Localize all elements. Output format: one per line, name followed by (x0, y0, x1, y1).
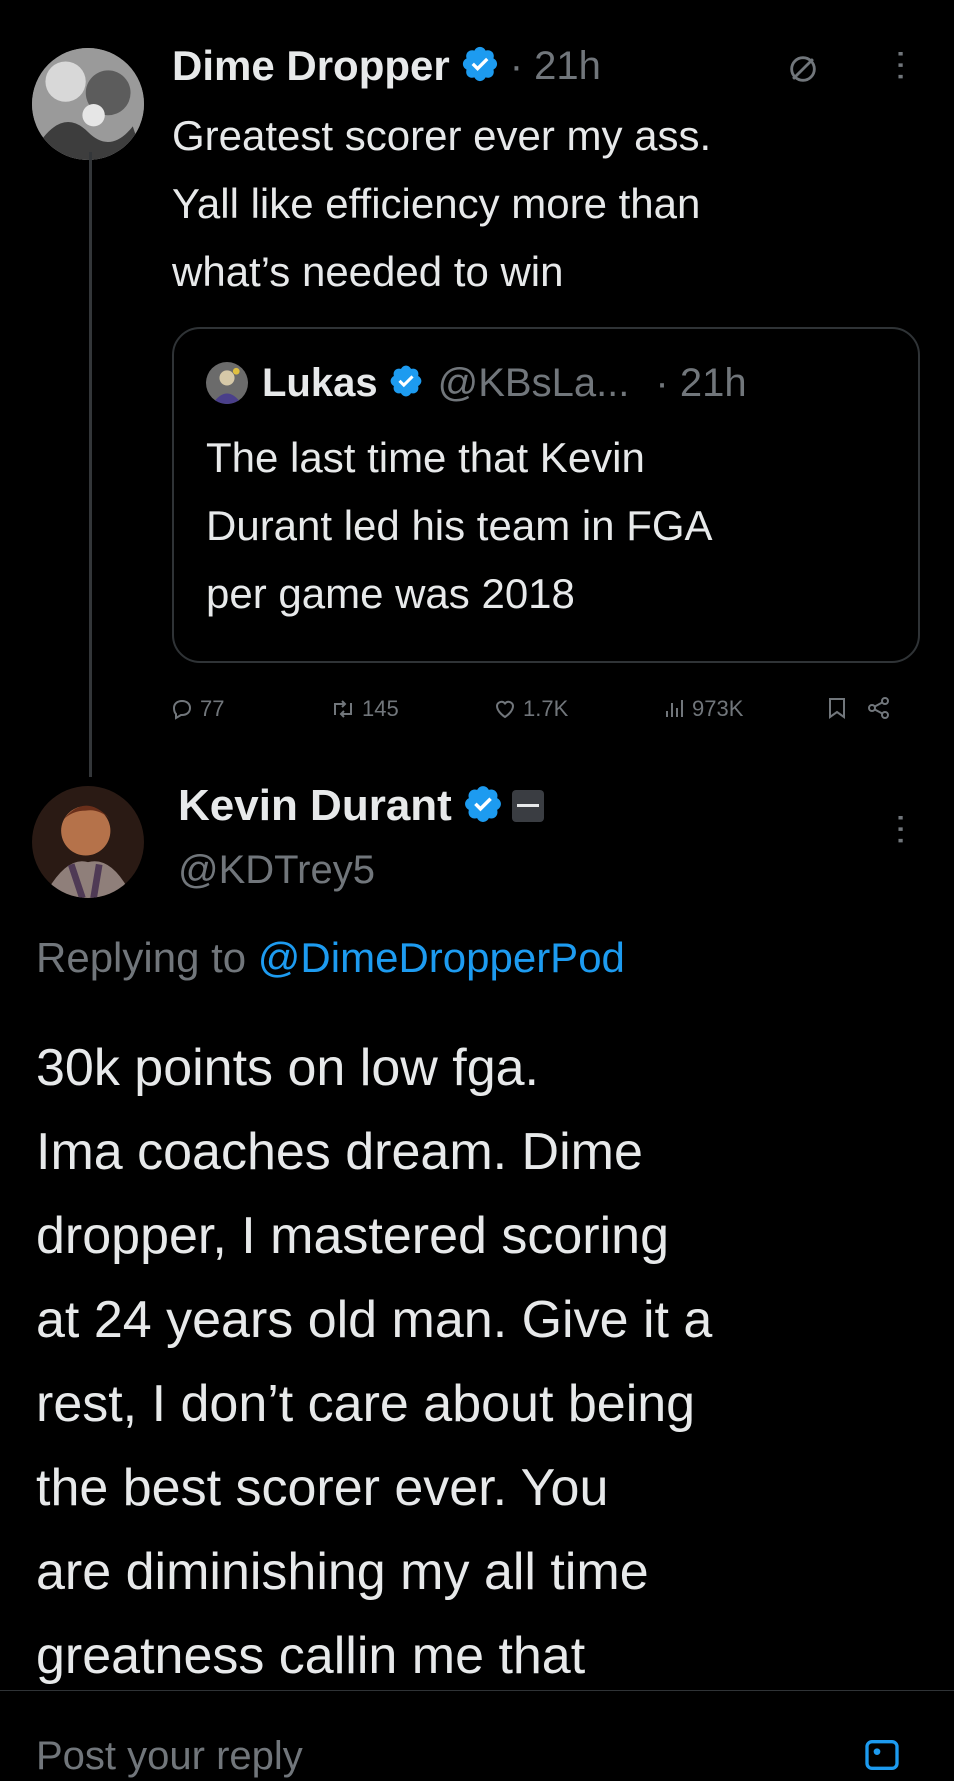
thread-connector-line (89, 152, 92, 777)
avatar-image (32, 48, 144, 160)
avatar-image (206, 362, 248, 404)
views-icon (666, 700, 683, 717)
post-text-line: at 24 years old man. Give it a (36, 1291, 713, 1349)
reply-composer[interactable]: Post your reply (0, 1690, 954, 1778)
more-options-icon[interactable]: ⋯ (882, 48, 920, 82)
views-button[interactable]: 973K (662, 696, 743, 722)
reply-count: 77 (200, 696, 225, 721)
verified-badge-icon (460, 44, 500, 89)
repost-button[interactable]: 145 (330, 696, 399, 722)
post-text-line: what’s needed to win (172, 248, 564, 295)
quoted-text-line: Durant led his team in FGA (206, 502, 713, 549)
avatar-kevin-durant[interactable] (32, 786, 144, 898)
affiliate-badge-icon[interactable] (511, 790, 544, 822)
share-button[interactable] (866, 696, 892, 720)
avatar-image (32, 786, 144, 898)
post-text-line: Ima coaches dream. Dime (36, 1123, 643, 1181)
author-name[interactable]: Kevin Durant (178, 781, 452, 831)
verified-badge-icon (462, 783, 504, 830)
post-text-line: greatness callin me that (36, 1627, 586, 1685)
quoted-post-time[interactable]: · 21h (655, 361, 746, 406)
grok-icon[interactable] (786, 52, 820, 91)
post-text-line: rest, I don’t care about being (36, 1375, 696, 1433)
post-text-line: dropper, I mastered scoring (36, 1207, 669, 1265)
repost-icon (334, 700, 352, 718)
avatar-lukas[interactable] (206, 362, 248, 404)
author-name[interactable]: Dime Dropper (172, 42, 450, 90)
repost-count: 145 (362, 696, 399, 721)
quoted-text-line: per game was 2018 (206, 570, 575, 617)
avatar-dime-dropper[interactable] (32, 48, 144, 160)
image-upload-icon[interactable] (862, 1735, 902, 1780)
reply-icon (172, 699, 192, 720)
more-options-icon[interactable]: ⋯ (882, 812, 920, 846)
reply-input-placeholder[interactable]: Post your reply (36, 1731, 303, 1781)
heart-icon (495, 700, 515, 719)
like-button[interactable]: 1.7K (493, 696, 568, 722)
quoted-author-handle[interactable]: @KBsLa... (438, 361, 630, 406)
author-handle[interactable]: @KDTrey5 (178, 842, 375, 898)
reply-button[interactable]: 77 (170, 696, 224, 722)
replying-to-handle[interactable]: @DimeDropperPod (258, 934, 625, 981)
like-count: 1.7K (523, 696, 569, 721)
replying-to-label: Replying to (36, 934, 247, 981)
quoted-author-name[interactable]: Lukas (262, 361, 378, 406)
bookmark-button[interactable] (826, 696, 848, 720)
share-icon (868, 697, 889, 719)
quoted-text-line: The last time that Kevin (206, 434, 645, 481)
post-text-line: the best scorer ever. You (36, 1459, 609, 1517)
post-text-line: Greatest scorer ever my ass. (172, 112, 712, 159)
verified-badge-icon (388, 363, 424, 404)
post-time[interactable]: · 21h (510, 44, 601, 89)
post-text-line: Yall like efficiency more than (172, 180, 701, 227)
post-text-line: are diminishing my all time (36, 1543, 649, 1601)
views-count: 973K (692, 696, 744, 721)
bookmark-icon (829, 698, 845, 719)
post-text-line: 30k points on low fga. (36, 1039, 539, 1097)
